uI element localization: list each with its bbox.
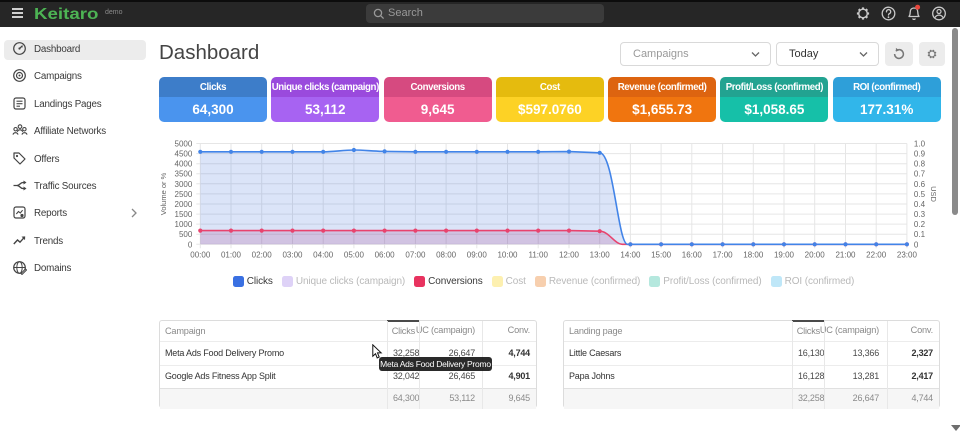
svg-text:05:00: 05:00	[344, 250, 365, 259]
svg-text:07:00: 07:00	[405, 250, 426, 259]
svg-text:USD: USD	[929, 186, 938, 202]
svg-text:19:00: 19:00	[774, 250, 795, 259]
svg-text:0.6: 0.6	[914, 180, 926, 189]
svg-text:04:00: 04:00	[313, 250, 334, 259]
svg-text:3500: 3500	[175, 170, 193, 179]
svg-text:11:00: 11:00	[528, 250, 548, 259]
svg-text:0.9: 0.9	[914, 150, 926, 159]
svg-text:18:00: 18:00	[743, 250, 764, 259]
svg-text:14:00: 14:00	[620, 250, 641, 259]
svg-text:1.0: 1.0	[914, 140, 926, 149]
svg-text:16:00: 16:00	[682, 250, 703, 259]
svg-text:0: 0	[188, 240, 193, 249]
svg-text:1500: 1500	[175, 210, 193, 219]
svg-text:02:00: 02:00	[252, 250, 273, 259]
svg-text:0.1: 0.1	[914, 230, 926, 239]
svg-text:2000: 2000	[175, 200, 193, 209]
svg-text:3000: 3000	[175, 180, 193, 189]
svg-text:0: 0	[914, 240, 919, 249]
svg-text:12:00: 12:00	[559, 250, 580, 259]
svg-text:0.8: 0.8	[914, 160, 926, 169]
svg-text:0.7: 0.7	[914, 170, 926, 179]
svg-text:21:00: 21:00	[835, 250, 856, 259]
svg-text:0.2: 0.2	[914, 220, 926, 229]
svg-text:4000: 4000	[175, 160, 193, 169]
svg-text:09:00: 09:00	[467, 250, 488, 259]
svg-text:20:00: 20:00	[805, 250, 826, 259]
svg-text:0.4: 0.4	[914, 200, 926, 209]
svg-text:2500: 2500	[175, 190, 193, 199]
svg-text:22:00: 22:00	[866, 250, 887, 259]
svg-text:03:00: 03:00	[282, 250, 303, 259]
svg-text:01:00: 01:00	[221, 250, 242, 259]
svg-text:06:00: 06:00	[375, 250, 396, 259]
svg-text:0.3: 0.3	[914, 210, 926, 219]
svg-text:5000: 5000	[175, 140, 193, 149]
svg-text:10:00: 10:00	[497, 250, 518, 259]
svg-text:4500: 4500	[175, 150, 193, 159]
svg-text:15:00: 15:00	[651, 250, 672, 259]
svg-text:08:00: 08:00	[436, 250, 457, 259]
svg-text:1000: 1000	[175, 220, 193, 229]
svg-text:0.5: 0.5	[914, 190, 926, 199]
svg-text:00:00: 00:00	[190, 250, 211, 259]
svg-text:500: 500	[179, 230, 193, 239]
svg-text:17:00: 17:00	[713, 250, 734, 259]
svg-text:23:00: 23:00	[897, 250, 918, 259]
svg-text:Volume or %: Volume or %	[159, 172, 168, 215]
svg-text:13:00: 13:00	[590, 250, 611, 259]
